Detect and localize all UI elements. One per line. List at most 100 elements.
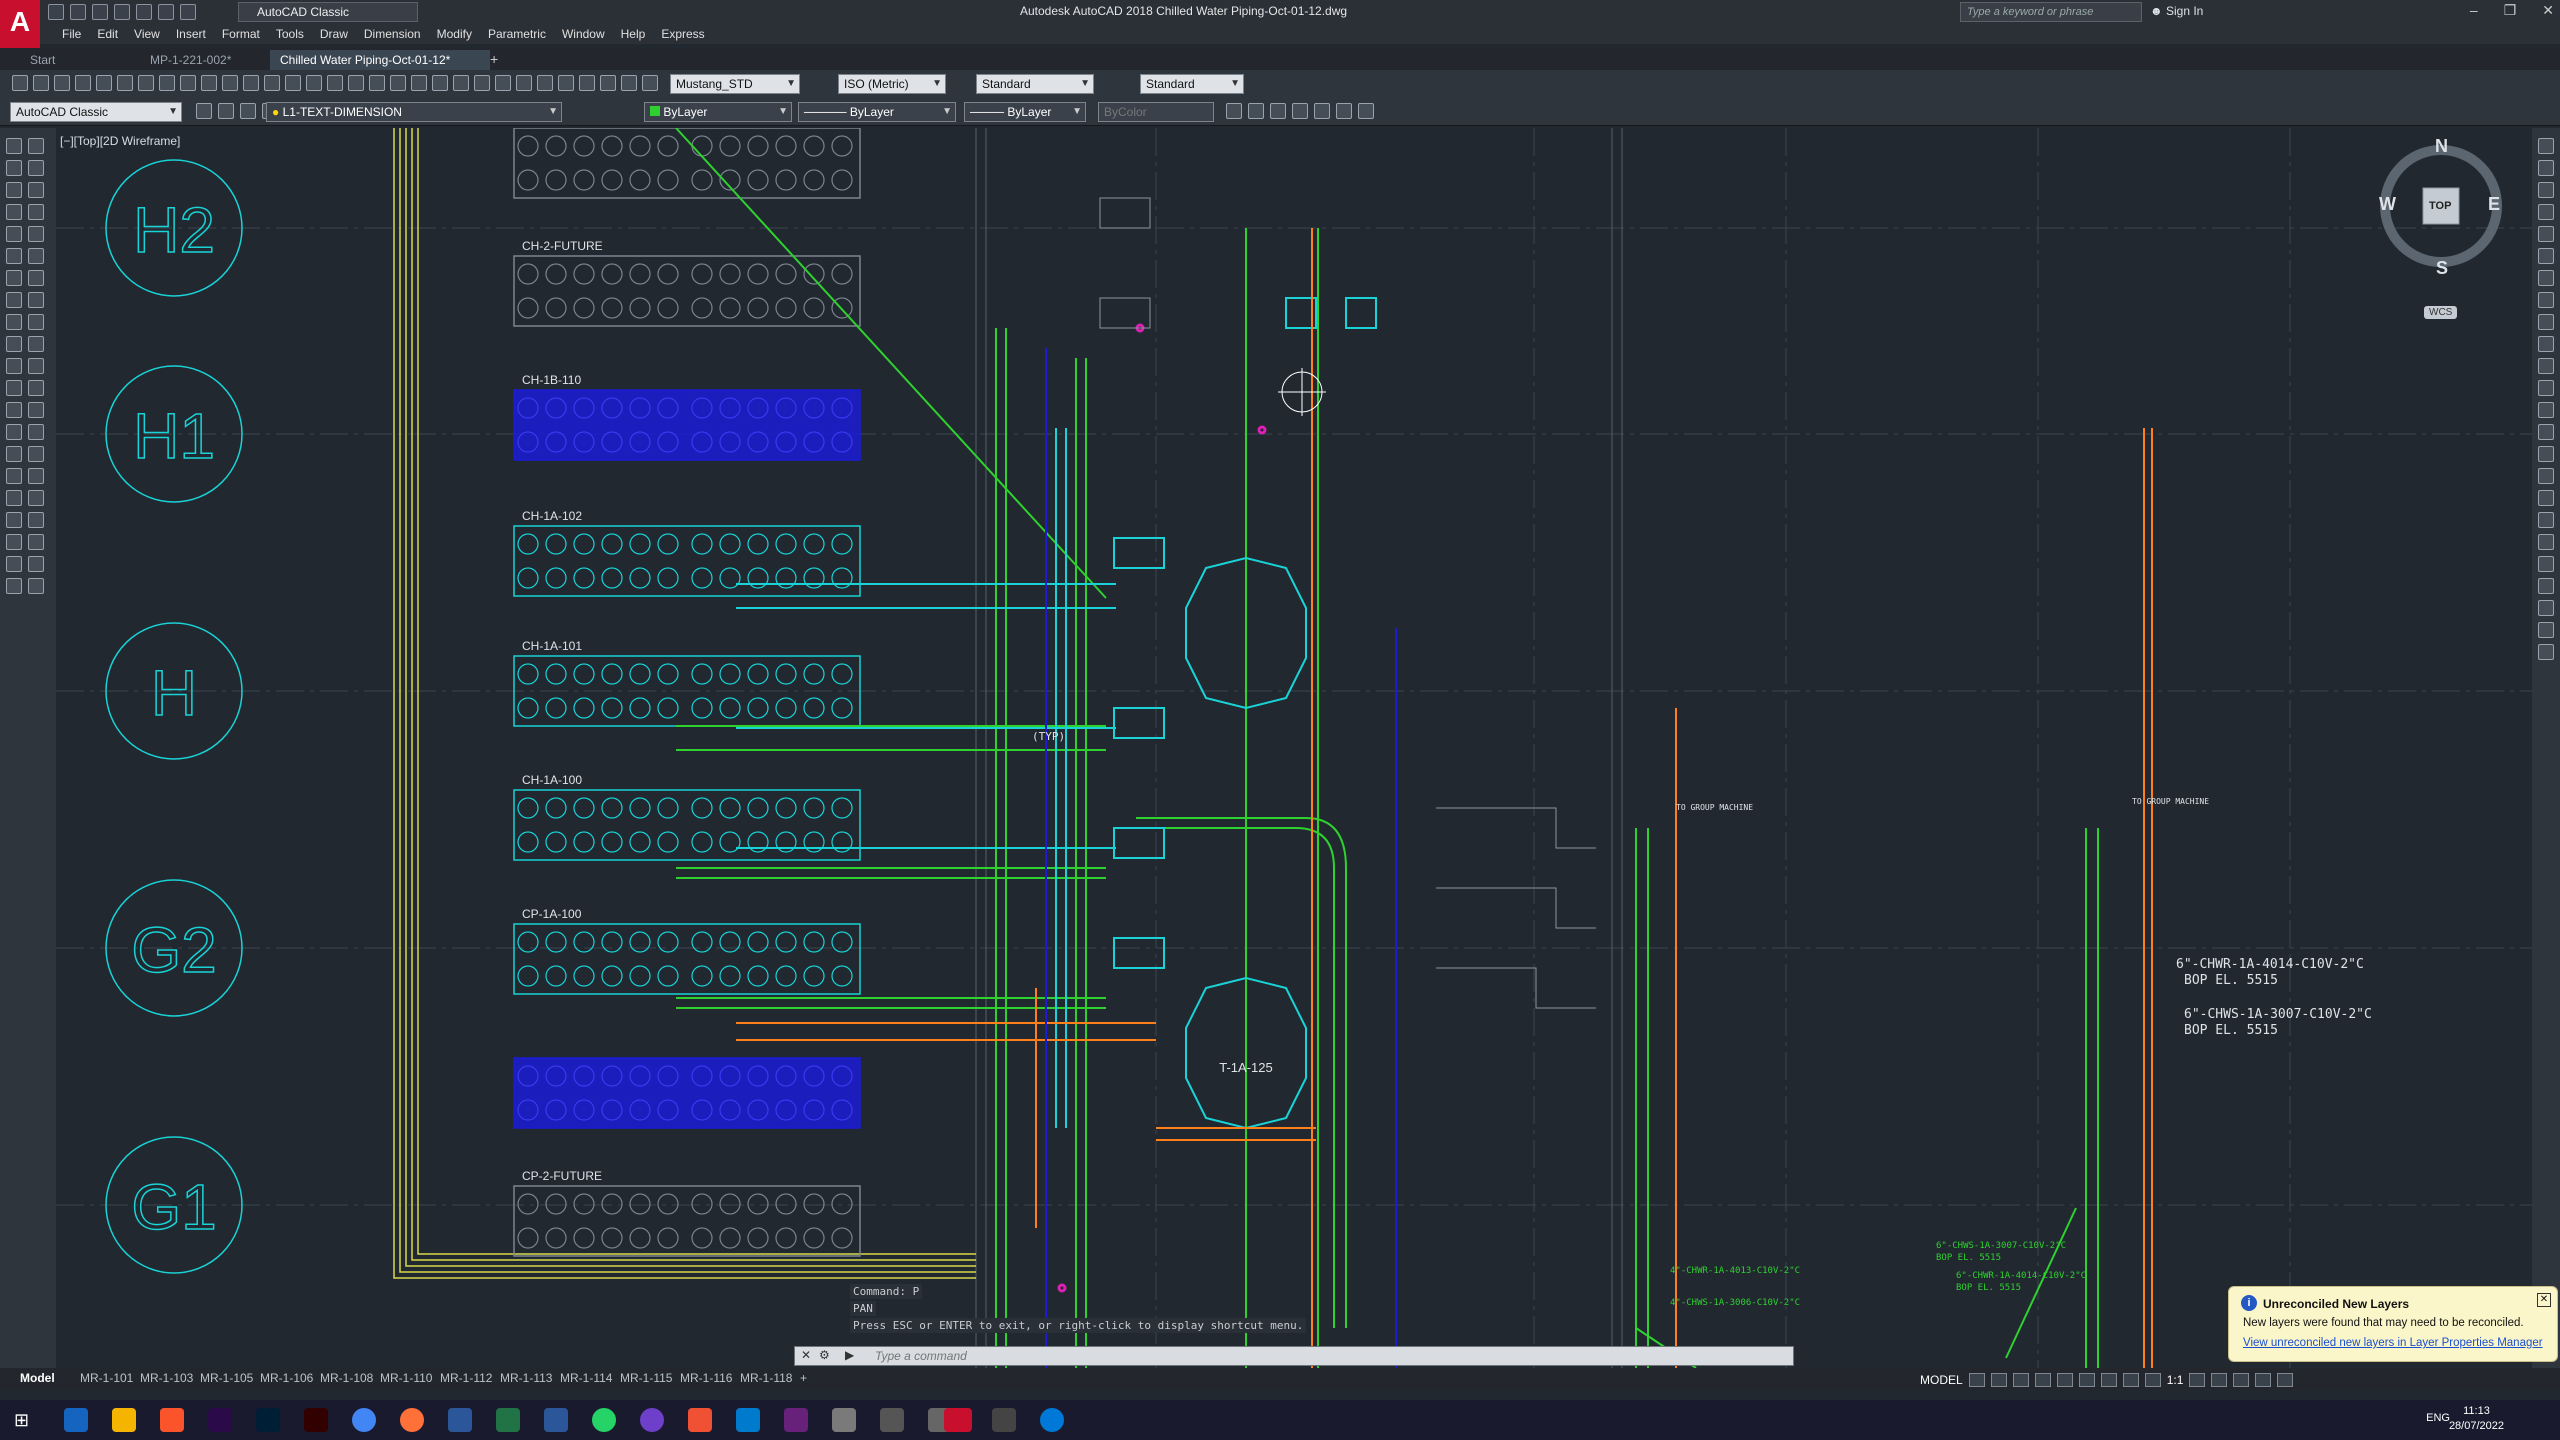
draw-tool-icon[interactable] (6, 358, 22, 374)
dimension-tool-icon[interactable] (2538, 358, 2554, 374)
menu-help[interactable]: Help (613, 24, 654, 44)
dimension-tool-icon[interactable] (2538, 622, 2554, 638)
modify-tool-icon[interactable] (28, 446, 44, 462)
menu-insert[interactable]: Insert (168, 24, 214, 44)
draw-tool-icon[interactable] (6, 402, 22, 418)
toolbar-tool-icon[interactable] (222, 75, 238, 91)
dim-style-select[interactable]: ISO (Metric) ▼ (838, 74, 946, 94)
language-indicator[interactable]: ENG (2426, 1412, 2450, 1424)
menu-tools[interactable]: Tools (268, 24, 312, 44)
draw-tool-icon[interactable] (6, 270, 22, 286)
layout-tab-mr-1-106[interactable]: MR-1-106 (260, 1371, 313, 1385)
close-icon[interactable]: ✕ (2542, 2, 2554, 19)
toolbar-tool-icon[interactable] (264, 75, 280, 91)
toolbar-tool-icon[interactable] (54, 75, 70, 91)
draw-tool-icon[interactable] (6, 534, 22, 550)
dimension-tool-icon[interactable] (2538, 182, 2554, 198)
dimension-tool-icon[interactable] (2538, 556, 2554, 572)
app3-icon[interactable] (880, 1408, 904, 1432)
layer-tool-icon[interactable] (196, 103, 212, 119)
toolbar-tool-icon[interactable] (642, 75, 658, 91)
modify-tool-icon[interactable] (28, 556, 44, 572)
brave-icon[interactable] (160, 1408, 184, 1432)
toolbar-tool-icon[interactable] (33, 75, 49, 91)
vscode-icon[interactable] (736, 1408, 760, 1432)
draw-tool-icon[interactable] (6, 336, 22, 352)
toolbar-tool-icon[interactable] (12, 75, 28, 91)
clean-screen-icon[interactable] (2255, 1373, 2272, 1387)
modify-tool-icon[interactable] (28, 424, 44, 440)
snap-icon[interactable] (1990, 1373, 2007, 1387)
draworder-tool-icon[interactable] (1358, 103, 1374, 119)
viewcube[interactable]: N S E W TOP WCS (2376, 136, 2506, 328)
viewport-controls-label[interactable]: [−][Top][2D Wireframe] (60, 134, 180, 148)
calculator-icon[interactable] (992, 1408, 1016, 1432)
add-layout-icon[interactable]: + (800, 1371, 807, 1385)
modify-tool-icon[interactable] (28, 270, 44, 286)
equipment-block[interactable]: CP-1A-100 (513, 907, 861, 995)
github-icon[interactable] (640, 1408, 664, 1432)
dimension-tool-icon[interactable] (2538, 292, 2554, 308)
firefox-icon[interactable] (400, 1408, 424, 1432)
viewcube-top-face[interactable]: TOP (2429, 200, 2451, 212)
draworder-tool-icon[interactable] (1292, 103, 1308, 119)
tab-chilled-water[interactable]: Chilled Water Piping-Oct-01-12* (270, 50, 490, 70)
draworder-tool-icon[interactable] (1314, 103, 1330, 119)
workspace-select[interactable]: AutoCAD Classic (238, 2, 418, 22)
draworder-tool-icon[interactable] (1270, 103, 1286, 119)
start-icon[interactable]: ⊞ (14, 1410, 29, 1431)
layout-tab-mr-1-113[interactable]: MR-1-113 (500, 1371, 552, 1385)
toolbar-tool-icon[interactable] (516, 75, 532, 91)
viewcube-north[interactable]: N (2435, 136, 2448, 157)
saveas-icon[interactable] (114, 4, 130, 20)
dimension-tool-icon[interactable] (2538, 600, 2554, 616)
viewcube-west[interactable]: W (2379, 194, 2396, 215)
layout-tab-mr-1-116[interactable]: MR-1-116 (680, 1371, 732, 1385)
visualstudio-icon[interactable] (784, 1408, 808, 1432)
dimension-tool-icon[interactable] (2538, 512, 2554, 528)
menu-file[interactable]: File (54, 24, 89, 44)
toolbar-tool-icon[interactable] (621, 75, 637, 91)
hardware-accel-icon[interactable] (2233, 1373, 2250, 1387)
layout-tab-mr-1-101[interactable]: MR-1-101 (80, 1371, 133, 1385)
isolate-icon[interactable] (2211, 1373, 2228, 1387)
dimension-tool-icon[interactable] (2538, 314, 2554, 330)
app5-icon[interactable] (1040, 1408, 1064, 1432)
equipment-block[interactable]: CH-1B-110 (513, 373, 861, 461)
dimension-tool-icon[interactable] (2538, 424, 2554, 440)
modify-tool-icon[interactable] (28, 138, 44, 154)
dimension-tool-icon[interactable] (2538, 204, 2554, 220)
excel-icon[interactable] (496, 1408, 520, 1432)
draw-tool-icon[interactable] (6, 226, 22, 242)
menu-parametric[interactable]: Parametric (480, 24, 554, 44)
draw-tool-icon[interactable] (6, 292, 22, 308)
modify-tool-icon[interactable] (28, 534, 44, 550)
layout-tab-model[interactable]: Model (20, 1371, 55, 1385)
menu-draw[interactable]: Draw (312, 24, 356, 44)
layout-tab-mr-1-112[interactable]: MR-1-112 (440, 1371, 492, 1385)
draw-tool-icon[interactable] (6, 160, 22, 176)
toolbar-tool-icon[interactable] (117, 75, 133, 91)
equipment-block[interactable]: CH-1A-101 (513, 639, 861, 727)
illustrator-icon[interactable] (304, 1408, 328, 1432)
toolbar-tool-icon[interactable] (75, 75, 91, 91)
viewcube-east[interactable]: E (2488, 194, 2500, 215)
minimize-icon[interactable]: – (2470, 2, 2478, 19)
modify-tool-icon[interactable] (28, 160, 44, 176)
modify-tool-icon[interactable] (28, 490, 44, 506)
draw-tool-icon[interactable] (6, 380, 22, 396)
modify-tool-icon[interactable] (28, 314, 44, 330)
layout-tab-mr-1-103[interactable]: MR-1-103 (140, 1371, 193, 1385)
lineweight-icon[interactable] (2078, 1373, 2095, 1387)
modify-tool-icon[interactable] (28, 248, 44, 264)
layer-tool-icon[interactable] (240, 103, 256, 119)
equipment-block[interactable]: CH-1A-102 (513, 509, 861, 597)
draw-tool-icon[interactable] (6, 248, 22, 264)
toolbar-tool-icon[interactable] (96, 75, 112, 91)
tab-start[interactable]: Start (20, 50, 140, 70)
new-tab-icon[interactable]: + (490, 51, 498, 67)
text-style-select[interactable]: Mustang_STD ▼ (670, 74, 800, 94)
ortho-icon[interactable] (2012, 1373, 2029, 1387)
dimension-tool-icon[interactable] (2538, 446, 2554, 462)
wcs-menu[interactable]: WCS (2424, 306, 2458, 319)
